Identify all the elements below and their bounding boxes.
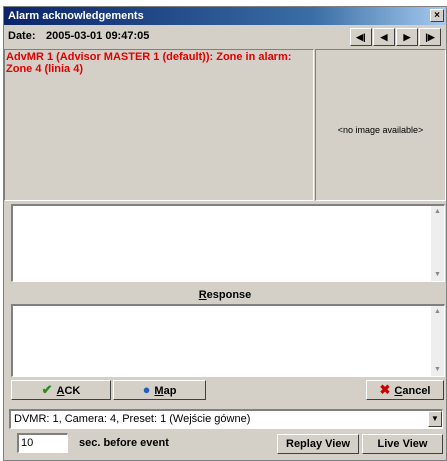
last-icon[interactable]: |▶	[419, 28, 441, 46]
alarm-ack-window: Alarm acknowledgements × Date: 2005-03-0…	[3, 6, 447, 461]
checkmark-icon: ✔	[41, 382, 53, 397]
scroll-down-icon[interactable]: ▼	[431, 269, 444, 281]
replay-view-button[interactable]: Replay View	[277, 434, 359, 454]
prev-icon[interactable]: ◀	[373, 28, 395, 46]
scroll-up-icon[interactable]: ▲	[431, 206, 444, 218]
alarm-text: AdvMR 1 (Advisor MASTER 1 (default)): Zo…	[6, 51, 292, 75]
alarm-description: AdvMR 1 (Advisor MASTER 1 (default)): Zo…	[4, 49, 314, 201]
title-bar[interactable]: Alarm acknowledgements ×	[4, 7, 446, 25]
date-value: 2005-03-01 09:47:05	[46, 30, 150, 42]
ack-button[interactable]: ✔ ACK	[11, 380, 111, 400]
window-title: Alarm acknowledgements	[8, 10, 144, 22]
response-label: Response	[4, 286, 446, 304]
response-scrollbar[interactable]: ▲ ▼	[431, 306, 444, 376]
camera-select[interactable]: DVMR: 1, Camera: 4, Preset: 1 (Wejście g…	[9, 409, 443, 429]
date-label: Date:	[8, 30, 36, 42]
response-textarea[interactable]: ▲ ▼	[11, 304, 445, 377]
chevron-down-icon[interactable]: ▼	[428, 411, 442, 427]
map-button[interactable]: ● Map	[113, 380, 206, 400]
notes-scrollbar[interactable]: ▲ ▼	[431, 206, 444, 281]
scroll-down-icon[interactable]: ▼	[431, 364, 444, 376]
x-icon: ✖	[379, 382, 391, 397]
live-view-button[interactable]: Live View	[362, 434, 443, 454]
cancel-button[interactable]: ✖ Cancel	[366, 380, 444, 400]
next-icon[interactable]: ▶	[396, 28, 418, 46]
response-rest: esponse	[206, 289, 252, 301]
camera-select-value: DVMR: 1, Camera: 4, Preset: 1 (Wejście g…	[14, 413, 251, 425]
image-preview: <no image available>	[315, 49, 446, 201]
seconds-label: sec. before event	[79, 437, 169, 449]
globe-icon: ●	[142, 382, 151, 397]
first-icon[interactable]: ◀|	[350, 28, 372, 46]
notes-textarea[interactable]: ▲ ▼	[11, 204, 445, 282]
response-accel: R	[198, 289, 207, 301]
close-icon[interactable]: ×	[430, 9, 444, 22]
scroll-up-icon[interactable]: ▲	[431, 306, 444, 318]
seconds-input[interactable]: 10	[17, 433, 68, 453]
no-image-text: <no image available>	[337, 125, 424, 135]
date-bar: Date: 2005-03-01 09:47:05 ◀| ◀ ▶ |▶	[4, 25, 446, 49]
